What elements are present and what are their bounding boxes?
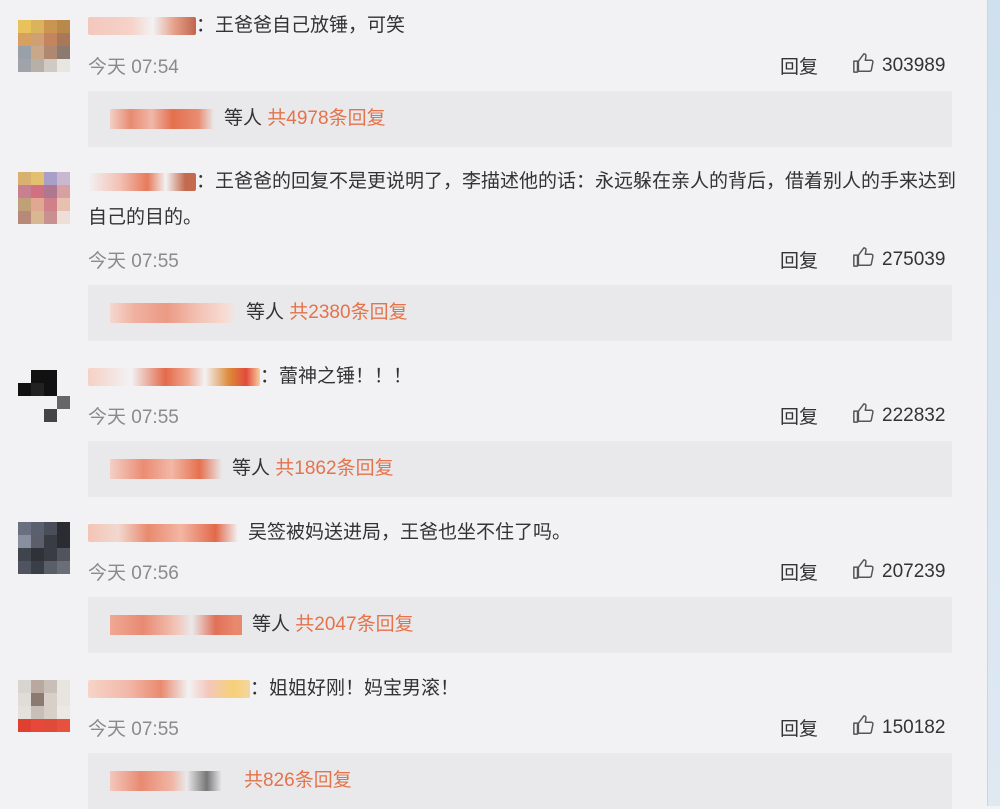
avatar[interactable]: [18, 20, 70, 72]
username-blurred[interactable]: [88, 523, 238, 542]
comment-text: ：姐姐好刚！妈宝男滚！: [250, 678, 460, 699]
comment-time: 今天 07:55: [88, 407, 179, 428]
avatar[interactable]: [18, 370, 70, 422]
sub-replies-panel[interactable]: 等人 共2047条回复: [88, 597, 952, 653]
like-button[interactable]: 150182: [852, 714, 945, 739]
comment-text: ：王爸爸的回复不是更说明了，李描述他的话：永远躲在亲人的背后，借着别人的手来达到…: [88, 171, 957, 228]
thumbs-up-icon: [853, 403, 874, 423]
like-count: 275039: [882, 249, 946, 270]
reply-button[interactable]: 回复: [780, 714, 818, 741]
reply-usernames-blurred: [110, 302, 236, 323]
sub-replies-count-link[interactable]: 共2380条回复: [289, 302, 407, 323]
sub-replies-prefix: 等人: [246, 302, 285, 323]
thumbs-up-icon: [853, 559, 874, 579]
comment-time: 今天 07:55: [88, 251, 179, 272]
reply-button[interactable]: 回复: [780, 52, 818, 79]
sub-replies-count-link[interactable]: 共1862条回复: [275, 458, 393, 479]
sub-replies-prefix: 等人: [232, 458, 271, 479]
username-blurred[interactable]: [88, 367, 260, 386]
avatar[interactable]: [18, 680, 70, 732]
thumbs-up-icon: [853, 715, 874, 735]
like-count: 222832: [882, 405, 946, 426]
reply-button[interactable]: 回复: [780, 558, 818, 585]
comment-time: 今天 07:56: [88, 563, 179, 584]
sub-replies-panel[interactable]: 等人 共4978条回复: [88, 91, 952, 147]
sub-replies-panel[interactable]: 等人 共1862条回复: [88, 441, 952, 497]
comment-content: ：王爸爸自己放锤，可笑: [88, 8, 958, 44]
sub-replies-count-link[interactable]: 共2047条回复: [295, 614, 413, 635]
avatar[interactable]: [18, 172, 70, 224]
like-button[interactable]: 207239: [852, 558, 945, 583]
comment-content: ：王爸爸的回复不是更说明了，李描述他的话：永远躲在亲人的背后，借着别人的手来达到…: [88, 164, 958, 236]
username-blurred[interactable]: [88, 679, 250, 698]
sub-replies-count-link[interactable]: 共826条回复: [244, 770, 352, 791]
like-count: 150182: [882, 717, 946, 738]
reply-button[interactable]: 回复: [780, 402, 818, 429]
comment-time: 今天 07:54: [88, 57, 179, 78]
like-button[interactable]: 303989: [852, 52, 945, 77]
like-count: 207239: [882, 561, 946, 582]
avatar[interactable]: [18, 522, 70, 574]
sub-replies-prefix: 等人: [224, 108, 263, 129]
scrollbar[interactable]: [987, 0, 1000, 806]
sub-replies-count-link[interactable]: 共4978条回复: [267, 108, 385, 129]
comment-content: ：姐姐好刚！妈宝男滚！: [88, 671, 958, 707]
like-count: 303989: [882, 55, 946, 76]
reply-usernames-blurred: [110, 770, 234, 791]
sub-replies-panel[interactable]: 共826条回复: [88, 753, 952, 809]
like-button[interactable]: 222832: [852, 402, 945, 427]
reply-button[interactable]: 回复: [780, 246, 818, 273]
reply-usernames-blurred: [110, 614, 242, 635]
username-blurred[interactable]: [88, 172, 196, 191]
thumbs-up-icon: [853, 53, 874, 73]
comment-content: 吴签被妈送进局，王爸也坐不住了吗。: [88, 515, 958, 551]
reply-usernames-blurred: [110, 458, 222, 479]
thumbs-up-icon: [853, 247, 874, 267]
comment-text: 吴签被妈送进局，王爸也坐不住了吗。: [248, 522, 572, 543]
comment-content: ：蕾神之锤！！！: [88, 359, 958, 395]
comment-text: ：王爸爸自己放锤，可笑: [196, 15, 406, 36]
reply-usernames-blurred: [110, 108, 214, 129]
username-blurred[interactable]: [88, 16, 196, 35]
sub-replies-panel[interactable]: 等人 共2380条回复: [88, 285, 952, 341]
comment-time: 今天 07:55: [88, 719, 179, 740]
comment-text: ：蕾神之锤！！！: [260, 366, 413, 387]
sub-replies-prefix: 等人: [252, 614, 291, 635]
like-button[interactable]: 275039: [852, 246, 945, 271]
